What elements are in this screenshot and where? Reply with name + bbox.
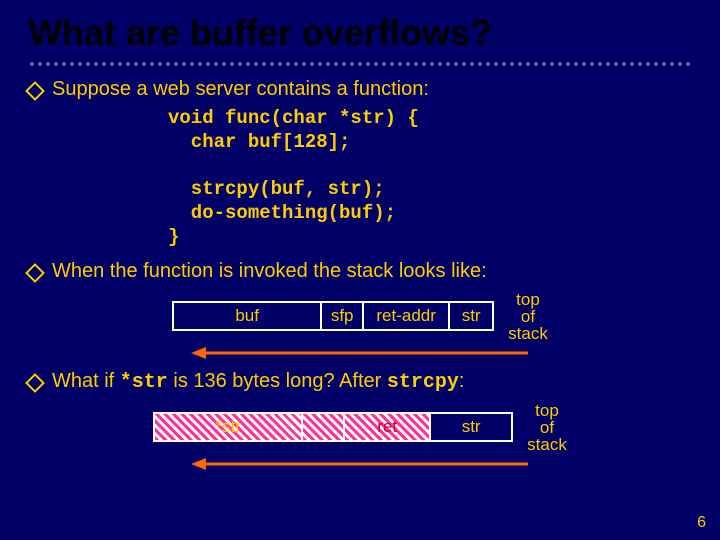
stack-diagram-after: *str ret str top of stack [28, 402, 692, 453]
diamond-icon [25, 81, 45, 101]
b3-code-strcpy: strcpy [387, 371, 459, 394]
cell-buf: buf [172, 301, 322, 331]
cell-star-str: *str [153, 412, 303, 442]
bullet-3-text: What if *str is 136 bytes long? After st… [52, 370, 692, 394]
diamond-icon [25, 373, 45, 393]
code-line-6: } [168, 226, 179, 248]
slide-number: 6 [697, 514, 706, 532]
arrow-left-2 [190, 455, 530, 471]
arrow-left-icon [190, 456, 530, 472]
code-line-2: char buf[128]; [168, 131, 350, 153]
cell-ret-addr: ret-addr [364, 301, 450, 331]
bullet-3: What if *str is 136 bytes long? After st… [28, 370, 692, 394]
tos-stack: stack [508, 324, 548, 343]
code-line-5: do-something(buf); [168, 202, 396, 224]
stack-row-after: *str ret str [153, 412, 513, 442]
arrow-left-icon [190, 345, 530, 361]
diamond-icon [25, 263, 45, 283]
cell-str: str [450, 301, 494, 331]
tos-stack-2: stack [527, 435, 567, 454]
slide-title: What are buffer overflows? [0, 0, 720, 60]
cell-ret-overwritten: ret [345, 412, 431, 442]
arrow-left-1 [190, 344, 530, 360]
code-block: void func(char *str) { char buf[128]; st… [168, 107, 692, 250]
cell-sfp: sfp [322, 301, 364, 331]
title-divider [28, 60, 692, 66]
code-line-4: strcpy(buf, str); [168, 178, 385, 200]
b3-post: : [459, 370, 465, 392]
cell-sfp-overwritten [303, 412, 345, 442]
top-of-stack-label-2: top of stack [527, 402, 567, 453]
slide-content: Suppose a web server contains a function… [0, 78, 720, 471]
bullet-2: When the function is invoked the stack l… [28, 260, 692, 283]
b3-mid: is 136 bytes long? After [168, 370, 387, 392]
stack-row-before: buf sfp ret-addr str [172, 301, 494, 331]
top-of-stack-label: top of stack [508, 291, 548, 342]
b3-pre: What if [52, 370, 120, 392]
cell-str-after: str [431, 412, 513, 442]
code-line-1: void func(char *str) { [168, 107, 419, 129]
stack-diagram-before: buf sfp ret-addr str top of stack [28, 291, 692, 342]
bullet-1-text: Suppose a web server contains a function… [52, 78, 692, 101]
bullet-2-text: When the function is invoked the stack l… [52, 260, 692, 283]
bullet-1: Suppose a web server contains a function… [28, 78, 692, 101]
b3-code-str: *str [120, 371, 168, 394]
